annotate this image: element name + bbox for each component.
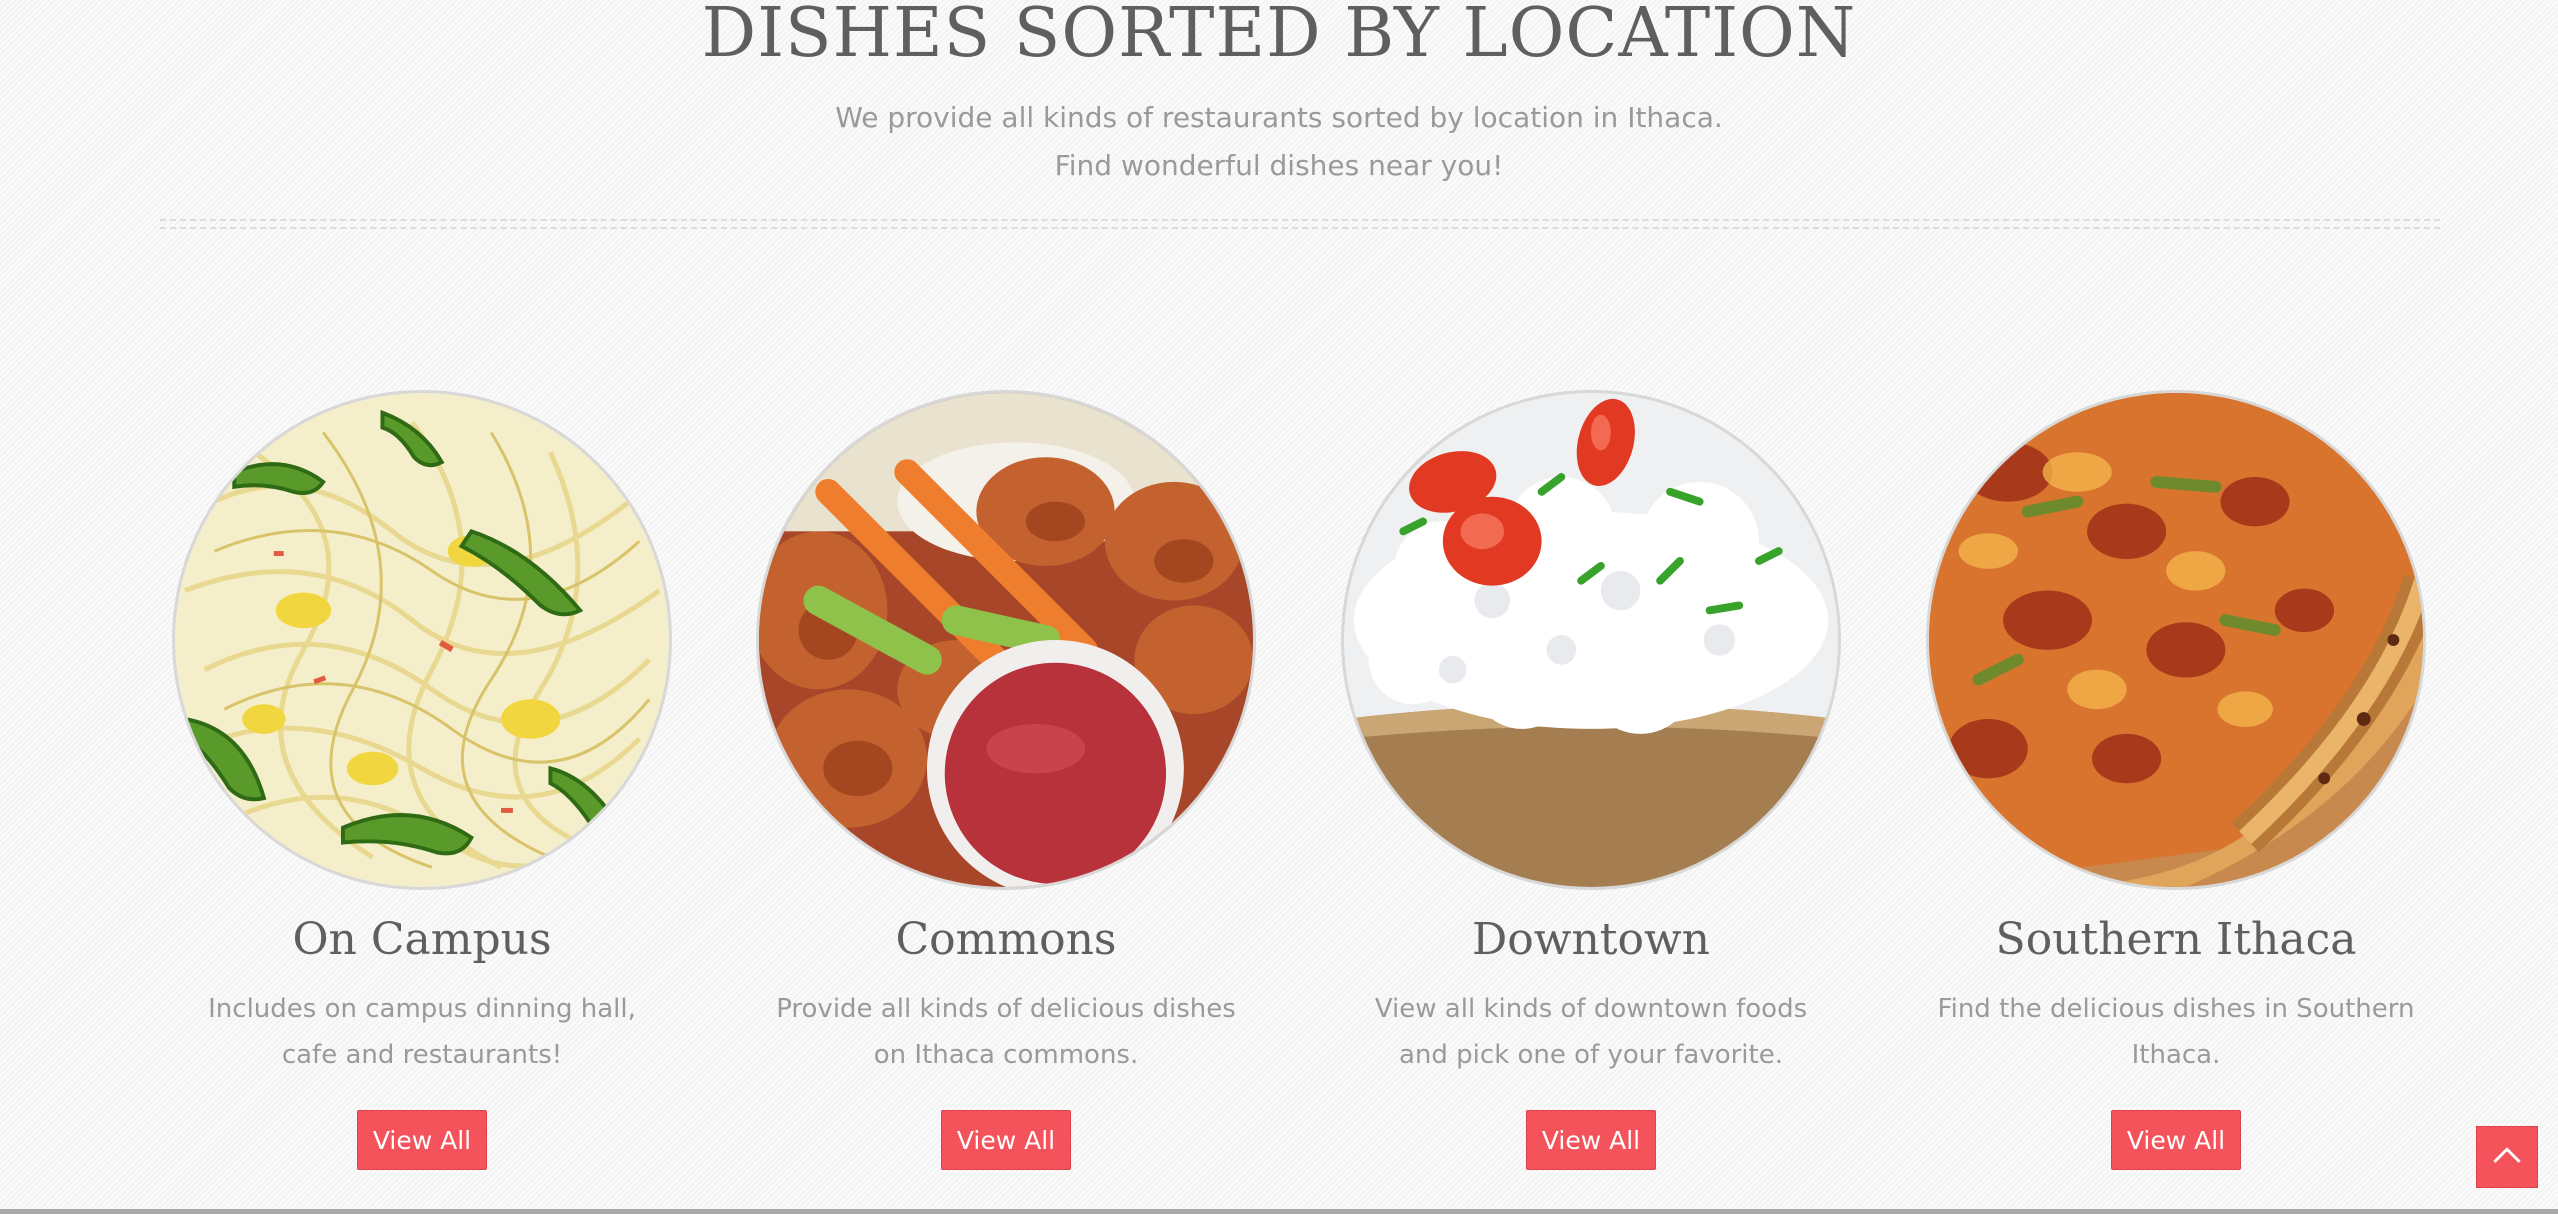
location-card-commons: Commons Provide all kinds of delicious d…: [726, 390, 1286, 1180]
location-title: On Campus: [292, 914, 552, 965]
pizza-photo[interactable]: [1926, 390, 2426, 890]
noodles-photo[interactable]: [172, 390, 672, 890]
location-card-downtown: Downtown View all kinds of downtown food…: [1311, 390, 1871, 1180]
section-subtitle: We provide all kinds of restaurants sort…: [835, 101, 1723, 182]
location-card-on-campus: On Campus Includes on campus dinning hal…: [142, 390, 702, 1180]
wings-photo[interactable]: [756, 390, 1256, 890]
location-title: Downtown: [1472, 914, 1710, 965]
location-description: Provide all kinds of delicious dishes on…: [776, 994, 1236, 1070]
page-bottom-border: [0, 1209, 2558, 1214]
scroll-to-top-button[interactable]: [2476, 1126, 2538, 1188]
view-all-button[interactable]: View All: [2111, 1110, 2241, 1170]
view-all-button[interactable]: View All: [941, 1110, 1071, 1170]
location-card-southern-ithaca: Southern Ithaca Find the delicious dishe…: [1896, 390, 2456, 1180]
location-title: Southern Ithaca: [1995, 914, 2357, 965]
section-title: DISHES SORTED BY LOCATION: [701, 0, 1857, 73]
chevron-up-icon: [2493, 1147, 2521, 1163]
location-title: Commons: [895, 914, 1117, 965]
view-all-button[interactable]: View All: [1526, 1110, 1656, 1170]
location-description: View all kinds of downtown foods and pic…: [1374, 994, 1808, 1070]
location-description: Includes on campus dinning hall, cafe an…: [208, 994, 636, 1070]
section-divider: [160, 219, 2440, 229]
bread-cheese-photo[interactable]: [1341, 390, 1841, 890]
view-all-button[interactable]: View All: [357, 1110, 487, 1170]
location-description: Find the delicious dishes in Southern It…: [1937, 994, 2415, 1070]
